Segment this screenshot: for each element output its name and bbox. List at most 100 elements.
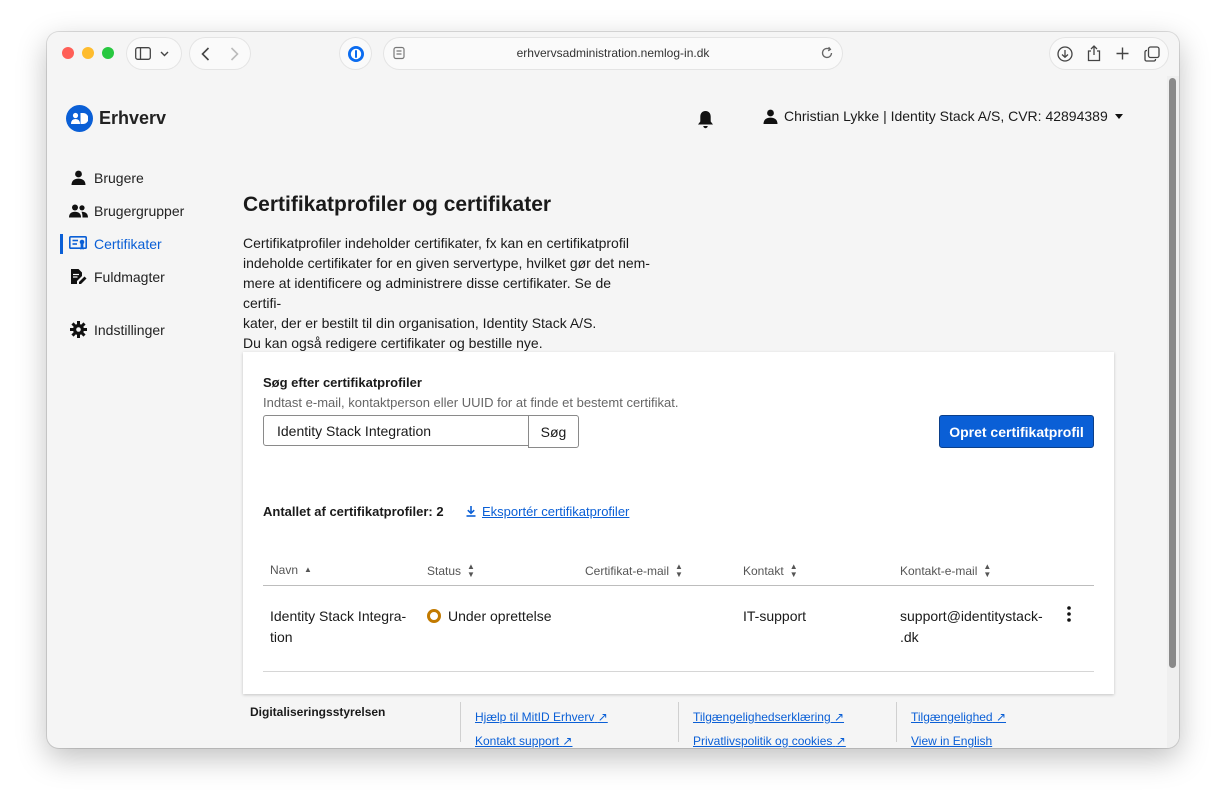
- footer-divider: [460, 702, 461, 742]
- column-header-kontakt[interactable]: Kontakt ▲ ▼: [743, 563, 798, 579]
- column-label: Kontakt: [743, 564, 784, 578]
- intro-line: Certifikatprofiler indeholder certifikat…: [243, 235, 629, 251]
- external-link-icon: ↗: [835, 734, 846, 748]
- cell-name-line: Identity Stack Integra-: [270, 608, 407, 624]
- sort-icon: ▲ ▼: [983, 562, 992, 579]
- close-window-button[interactable]: [62, 47, 74, 59]
- sidebar-toggle[interactable]: [127, 38, 181, 69]
- footer-link[interactable]: Privatlivspolitik og cookies ↗: [693, 729, 846, 748]
- column-label: Status: [427, 564, 462, 578]
- cell-status: Under oprettelse: [427, 606, 552, 627]
- sort-icon: ▲ ▼: [789, 562, 798, 579]
- forward-icon[interactable]: [230, 46, 239, 61]
- scrollbar-thumb[interactable]: [1169, 78, 1176, 668]
- column-label: Navn: [270, 563, 299, 577]
- footer-link[interactable]: Kontakt support ↗: [475, 729, 608, 748]
- cell-name-line: tion: [270, 629, 293, 645]
- logo-text: Erhverv: [99, 108, 167, 128]
- sidebar-nav: Brugere Brugergrupper Certifikater Fuldm…: [60, 161, 184, 346]
- cell-email-line: support@identitystack-: [900, 608, 1043, 624]
- user-label: Christian Lykke | Identity Stack A/S, CV…: [784, 108, 1108, 124]
- footer-link[interactable]: Tilgængelighedserklæring ↗: [693, 705, 846, 729]
- intro-line: mere at identificere og administrere dis…: [243, 275, 612, 311]
- column-header-kontakt-email[interactable]: Kontakt-e-mail ▲ ▼: [900, 563, 991, 579]
- create-certificate-profile-button[interactable]: Opret certifikatprofil: [939, 415, 1094, 448]
- downloads-icon[interactable]: [1057, 45, 1073, 62]
- back-icon[interactable]: [201, 46, 210, 61]
- intro-line: indeholde certifikater for en given serv…: [243, 255, 650, 271]
- footer-divider: [896, 702, 897, 742]
- user-icon: [763, 109, 778, 124]
- sidebar-item-label: Brugergrupper: [94, 202, 185, 219]
- reload-icon[interactable]: [820, 46, 834, 65]
- user-menu[interactable]: Christian Lykke | Identity Stack A/S, CV…: [763, 108, 1123, 124]
- cell-contact-email: support@identitystack- .dk: [900, 606, 1043, 648]
- sidebar-item-label: Certifikater: [94, 235, 162, 252]
- toolbar-actions: [1050, 38, 1168, 69]
- password-manager-icon: [347, 45, 365, 63]
- sidebar-item-brugere[interactable]: Brugere: [60, 161, 184, 194]
- footer-link[interactable]: Hjælp til MitID Erhverv ↗: [475, 705, 608, 729]
- profiles-table: Navn ▲ Status ▲ ▼ Certifikat-e-mail ▲ ▼ Ko…: [263, 556, 1094, 672]
- logo[interactable]: Erhverv: [66, 105, 166, 132]
- footer-link-label: View in English: [911, 734, 993, 748]
- cell-name: Identity Stack Integra- tion: [270, 606, 406, 648]
- row-actions-kebab-icon[interactable]: [1067, 606, 1077, 627]
- certificate-icon: [68, 236, 88, 251]
- cell-email-line: .dk: [900, 629, 919, 645]
- caret-down-icon: [1114, 113, 1123, 119]
- column-header-status[interactable]: Status ▲ ▼: [427, 563, 475, 579]
- download-icon: [466, 506, 476, 517]
- history-nav: [190, 38, 250, 69]
- minimize-window-button[interactable]: [82, 47, 94, 59]
- new-tab-icon[interactable]: [1116, 47, 1129, 60]
- footer-link-label: Tilgængelighed: [911, 710, 993, 724]
- zoom-window-button[interactable]: [102, 47, 114, 59]
- certificate-profiles-card: Søg efter certifikatprofiler Indtast e-m…: [243, 352, 1114, 694]
- intro-text: Certifikatprofiler indeholder certifikat…: [243, 233, 653, 353]
- column-header-certifikat-email[interactable]: Certifikat-e-mail ▲ ▼: [585, 563, 683, 579]
- sidebar-item-label: Indstillinger: [94, 321, 165, 338]
- footer-column: Tilgængelighed ↗ View in English: [911, 705, 1006, 748]
- profile-count: Antallet af certifikatprofiler: 2: [263, 504, 444, 519]
- table-row[interactable]: Identity Stack Integra- tion Under opret…: [263, 586, 1094, 672]
- intro-line: Du kan også redigere certifikater og bes…: [243, 335, 543, 351]
- footer-link-label: Kontakt support: [475, 734, 560, 748]
- sort-ascending-icon: ▲: [304, 565, 312, 574]
- search-button[interactable]: Søg: [528, 415, 579, 448]
- cell-contact: IT-support: [743, 608, 807, 624]
- column-header-navn[interactable]: Navn ▲: [270, 563, 312, 577]
- address-bar[interactable]: erhvervsadministration.nemlog-in.dk: [384, 38, 842, 69]
- export-label: Eksportér certifikatprofiler: [482, 504, 630, 519]
- footer-link[interactable]: View in English: [911, 729, 1006, 748]
- export-link[interactable]: Eksportér certifikatprofiler: [466, 504, 629, 519]
- footer-column: Hjælp til MitID Erhverv ↗ Kontakt suppor…: [475, 705, 608, 748]
- sidebar-item-brugergrupper[interactable]: Brugergrupper: [60, 194, 184, 227]
- footer-column: Tilgængelighedserklæring ↗ Privatlivspol…: [693, 705, 846, 748]
- intro-line: kater, der er bestilt til din organisati…: [243, 315, 597, 331]
- sidebar-item-certifikater[interactable]: Certifikater: [60, 227, 184, 260]
- erhverv-logo-icon: [66, 105, 93, 132]
- sidebar-item-indstillinger[interactable]: Indstillinger: [60, 313, 184, 346]
- browser-toolbar: erhvervsadministration.nemlog-in.dk: [47, 32, 1179, 76]
- footer-link[interactable]: Tilgængelighed ↗: [911, 705, 1006, 729]
- password-manager-button[interactable]: [340, 38, 371, 69]
- bell-icon[interactable]: [697, 110, 714, 134]
- sidebar-icon: [135, 47, 151, 60]
- footer-link-label: Privatlivspolitik og cookies: [693, 734, 833, 748]
- external-link-icon: ↗: [833, 710, 845, 724]
- table-header: Navn ▲ Status ▲ ▼ Certifikat-e-mail ▲ ▼ Ko…: [263, 556, 1094, 586]
- gear-icon: [68, 321, 88, 338]
- share-icon[interactable]: [1087, 45, 1101, 62]
- user-icon: [68, 170, 88, 185]
- sidebar-item-fuldmagter[interactable]: Fuldmagter: [60, 260, 184, 293]
- sort-icon: ▲ ▼: [675, 562, 683, 579]
- sidebar-item-label: Fuldmagter: [94, 268, 165, 285]
- external-link-icon: ↗: [597, 710, 608, 724]
- tab-overview-icon[interactable]: [1144, 45, 1160, 62]
- footer-divider: [678, 702, 679, 742]
- footer-link-label: Hjælp til MitID Erhverv: [475, 710, 595, 724]
- search-label: Søg efter certifikatprofiler: [263, 375, 422, 390]
- user-group-icon: [68, 204, 88, 218]
